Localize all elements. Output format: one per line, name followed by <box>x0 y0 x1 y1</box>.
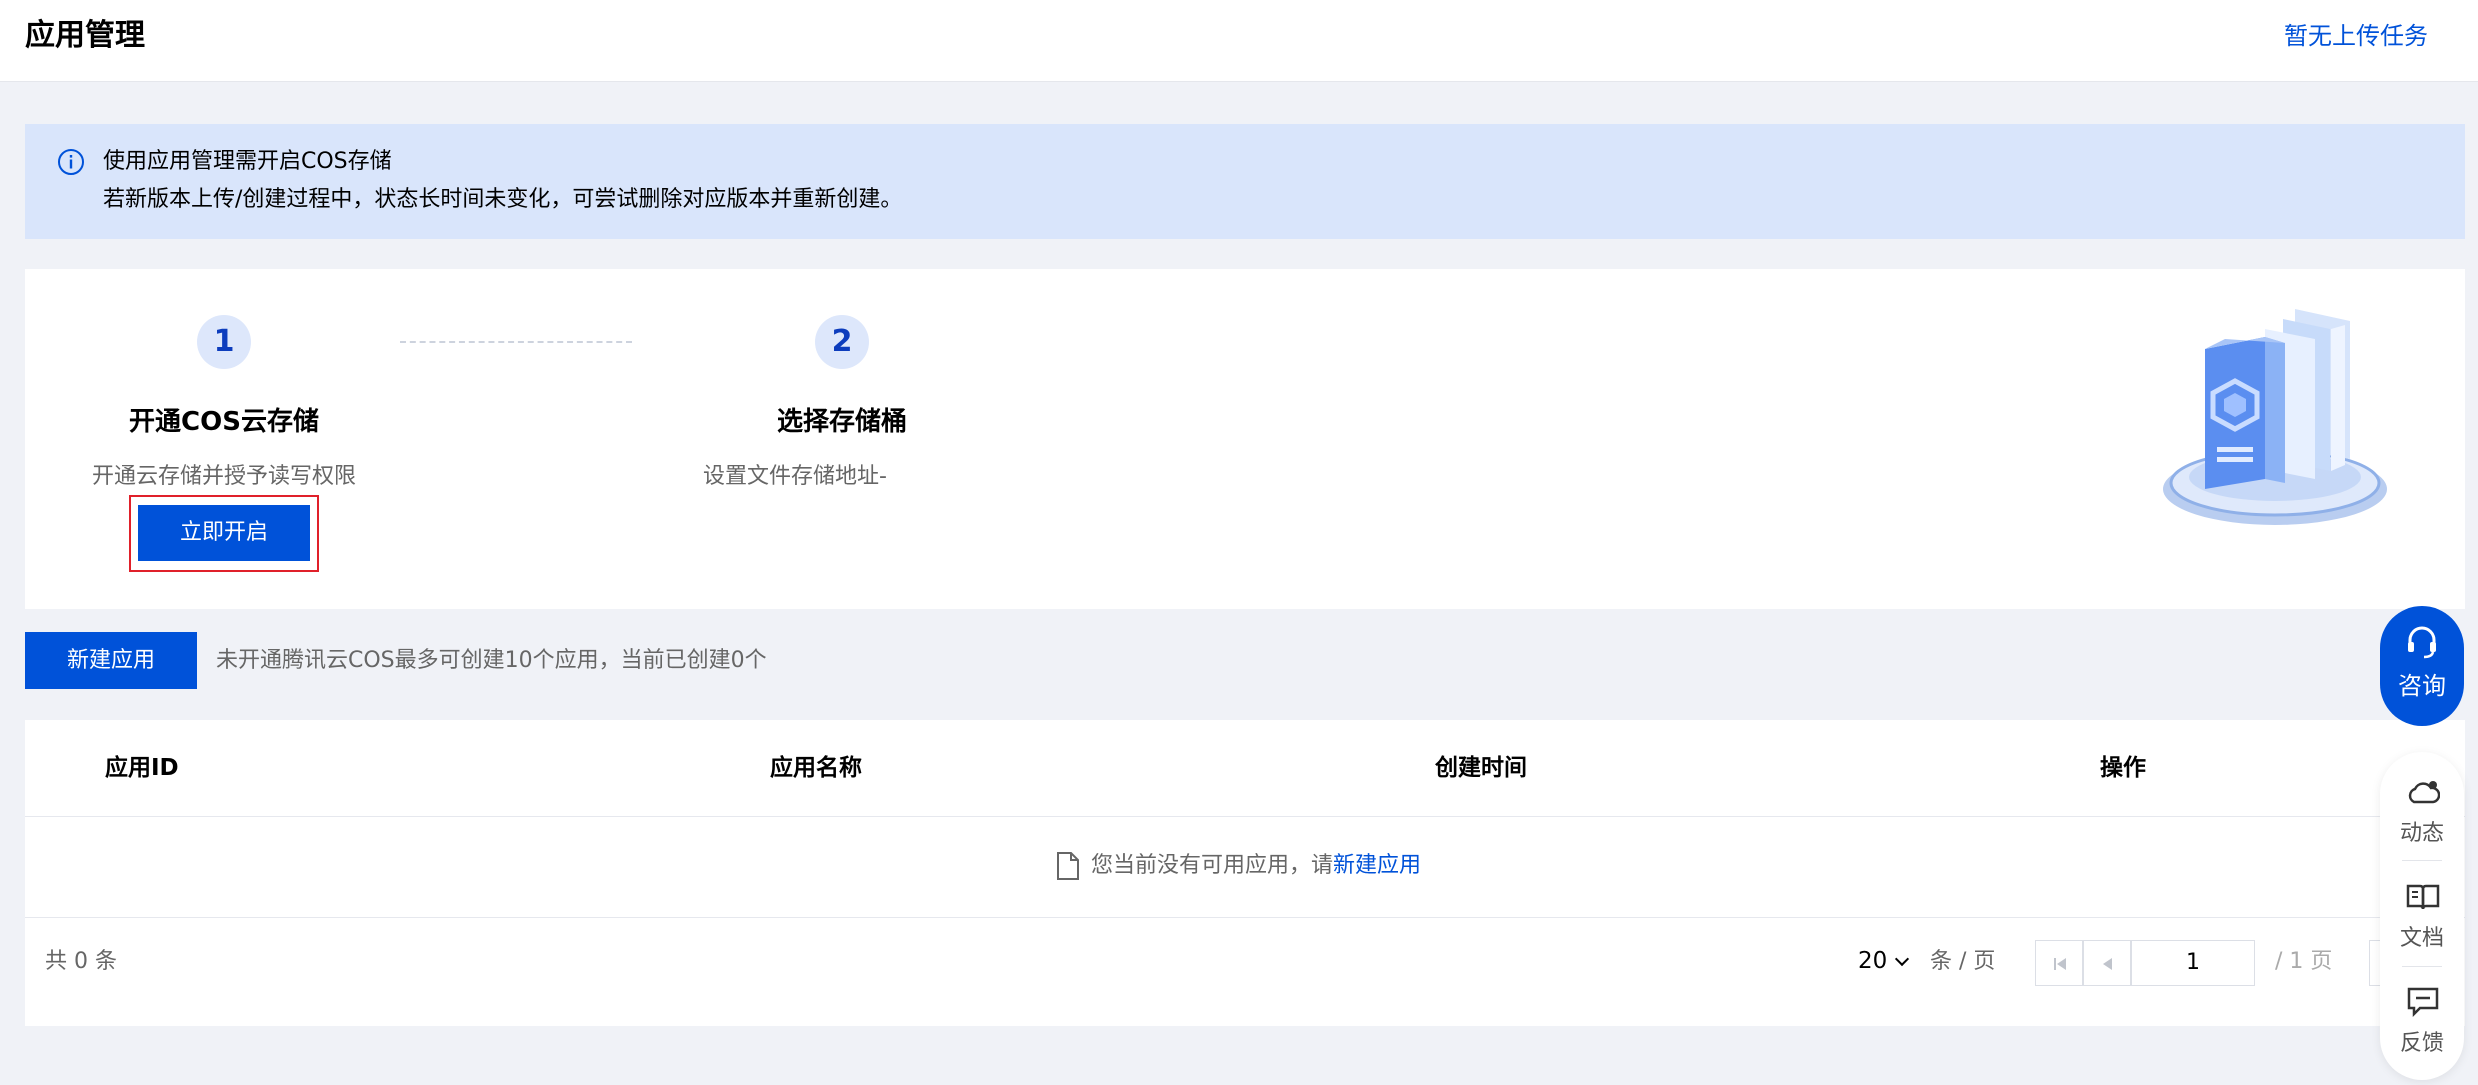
total-pages-label: / 1 页 <box>2275 949 2333 974</box>
notice-line-2: 若新版本上传/创建过程中，状态长时间未变化，可尝试删除对应版本并重新创建。 <box>103 187 903 212</box>
step-1-description: 开通云存储并授予读写权限 <box>91 464 356 489</box>
info-notice: 使用应用管理需开启COS存储 若新版本上传/创建过程中，状态长时间未变化，可尝试… <box>25 124 2465 239</box>
feedback-icon <box>2407 987 2439 1018</box>
notice-line-1: 使用应用管理需开启COS存储 <box>103 149 392 174</box>
side-item-updates[interactable]: 动态 <box>2380 762 2464 862</box>
column-app-name: 应用名称 <box>770 755 862 781</box>
side-label-feedback: 反馈 <box>2399 1031 2444 1056</box>
info-icon <box>58 149 84 175</box>
prev-page-button[interactable] <box>2083 940 2131 986</box>
document-icon <box>1057 852 1079 880</box>
table-header: 应用ID 应用名称 创建时间 操作 <box>25 720 2465 817</box>
page-header: 应用管理 暂无上传任务 <box>0 0 2478 82</box>
page-size-select[interactable]: 20 <box>1858 944 1910 978</box>
side-label-updates: 动态 <box>2399 821 2444 846</box>
enable-now-button[interactable]: 立即开启 <box>138 505 310 561</box>
first-page-button[interactable] <box>2035 940 2083 986</box>
total-count: 共 0 条 <box>45 949 117 974</box>
empty-state-row: 您当前没有可用应用，请新建应用 <box>25 817 2465 918</box>
column-created-time: 创建时间 <box>1435 755 1527 781</box>
step-2-description: 设置文件存储地址- <box>703 464 887 489</box>
per-page-label: 条 / 页 <box>1930 949 1996 974</box>
consult-label: 咨询 <box>2398 672 2446 700</box>
side-item-docs[interactable]: 文档 <box>2380 867 2464 967</box>
side-label-docs: 文档 <box>2399 926 2444 951</box>
create-app-hint: 未开通腾讯云COS最多可创建10个应用，当前已创建0个 <box>216 648 767 673</box>
empty-state-text: 您当前没有可用应用，请新建应用 <box>1091 850 1421 882</box>
step-1-number: 1 <box>197 315 251 369</box>
step-2-number: 2 <box>815 315 869 369</box>
book-icon <box>2406 884 2440 910</box>
empty-create-app-link[interactable]: 新建应用 <box>1333 853 1421 878</box>
apps-table: 应用ID 应用名称 创建时间 操作 您当前没有可用应用，请新建应用 共 0 条 … <box>25 720 2465 1026</box>
cloud-bell-icon <box>2408 781 2440 804</box>
step-connector <box>400 341 632 343</box>
empty-state-message: 您当前没有可用应用，请 <box>1091 853 1334 878</box>
first-page-icon <box>2054 958 2066 970</box>
chevron-down-icon <box>1895 951 1910 967</box>
side-tools-panel: 动态 文档 反馈 <box>2380 752 2464 1080</box>
cloud-storage-illustration <box>2163 309 2387 525</box>
setup-steps-card: 1 2 开通COS云存储 选择存储桶 开通云存储并授予读写权限 设置文件存储地址… <box>25 269 2465 609</box>
page-title: 应用管理 <box>25 18 145 53</box>
page-size-value: 20 <box>1858 948 1888 974</box>
column-app-id: 应用ID <box>105 755 179 781</box>
upload-tasks-link[interactable]: 暂无上传任务 <box>2284 18 2428 54</box>
step-2-title: 选择存储桶 <box>776 407 907 437</box>
side-divider <box>2402 966 2442 967</box>
page-number-input[interactable]: 1 <box>2131 940 2255 986</box>
step-1-title: 开通COS云存储 <box>129 407 319 437</box>
column-actions: 操作 <box>2100 755 2146 781</box>
side-divider <box>2402 860 2442 861</box>
create-app-button[interactable]: 新建应用 <box>25 632 197 689</box>
headset-icon <box>2408 626 2436 659</box>
consult-button[interactable]: 咨询 <box>2380 606 2464 726</box>
side-item-feedback[interactable]: 反馈 <box>2380 972 2464 1072</box>
prev-page-icon <box>2103 958 2112 970</box>
